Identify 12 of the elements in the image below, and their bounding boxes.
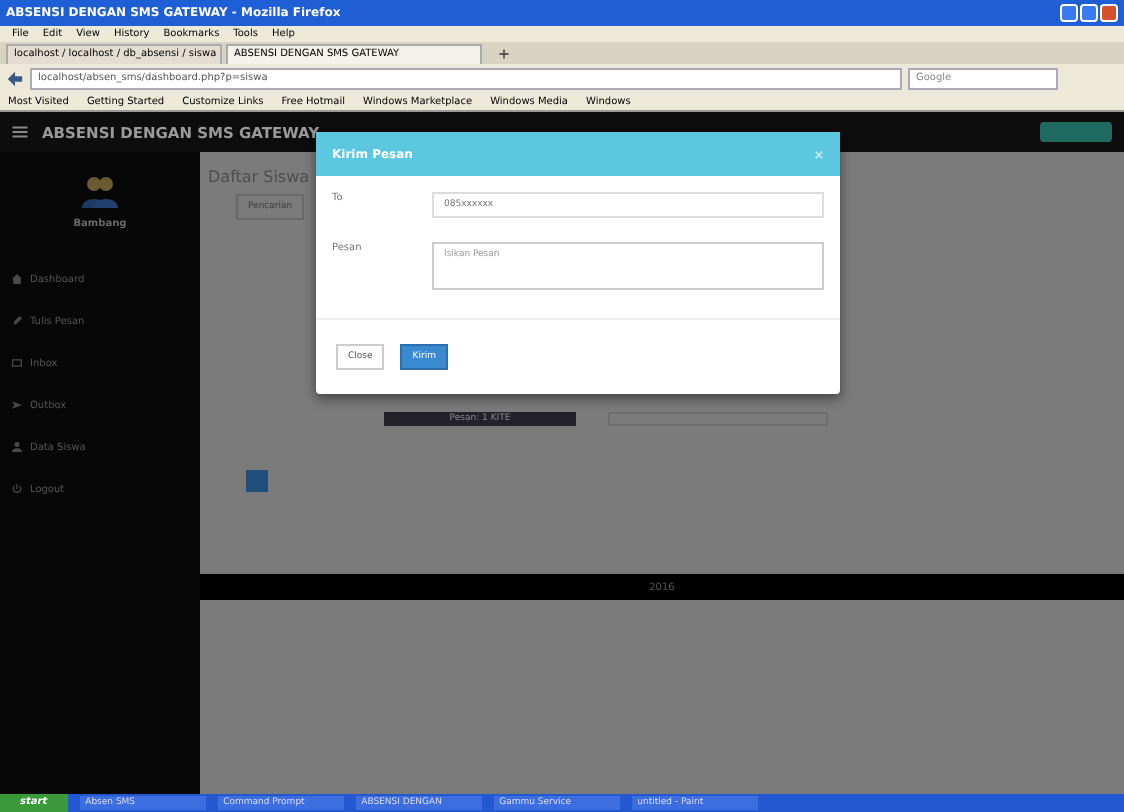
back-icon[interactable] xyxy=(6,69,24,87)
tray-icon xyxy=(12,358,22,368)
arrow-icon xyxy=(12,400,22,410)
close-button[interactable] xyxy=(1100,4,1118,22)
person-icon xyxy=(12,442,22,452)
maximize-button[interactable] xyxy=(1080,4,1098,22)
menu-icon[interactable] xyxy=(12,126,28,138)
users-avatar-icon xyxy=(80,172,120,212)
power-icon xyxy=(12,484,22,494)
home-icon xyxy=(12,274,22,284)
minimize-button[interactable] xyxy=(1060,4,1078,22)
pencil-icon xyxy=(12,316,22,326)
